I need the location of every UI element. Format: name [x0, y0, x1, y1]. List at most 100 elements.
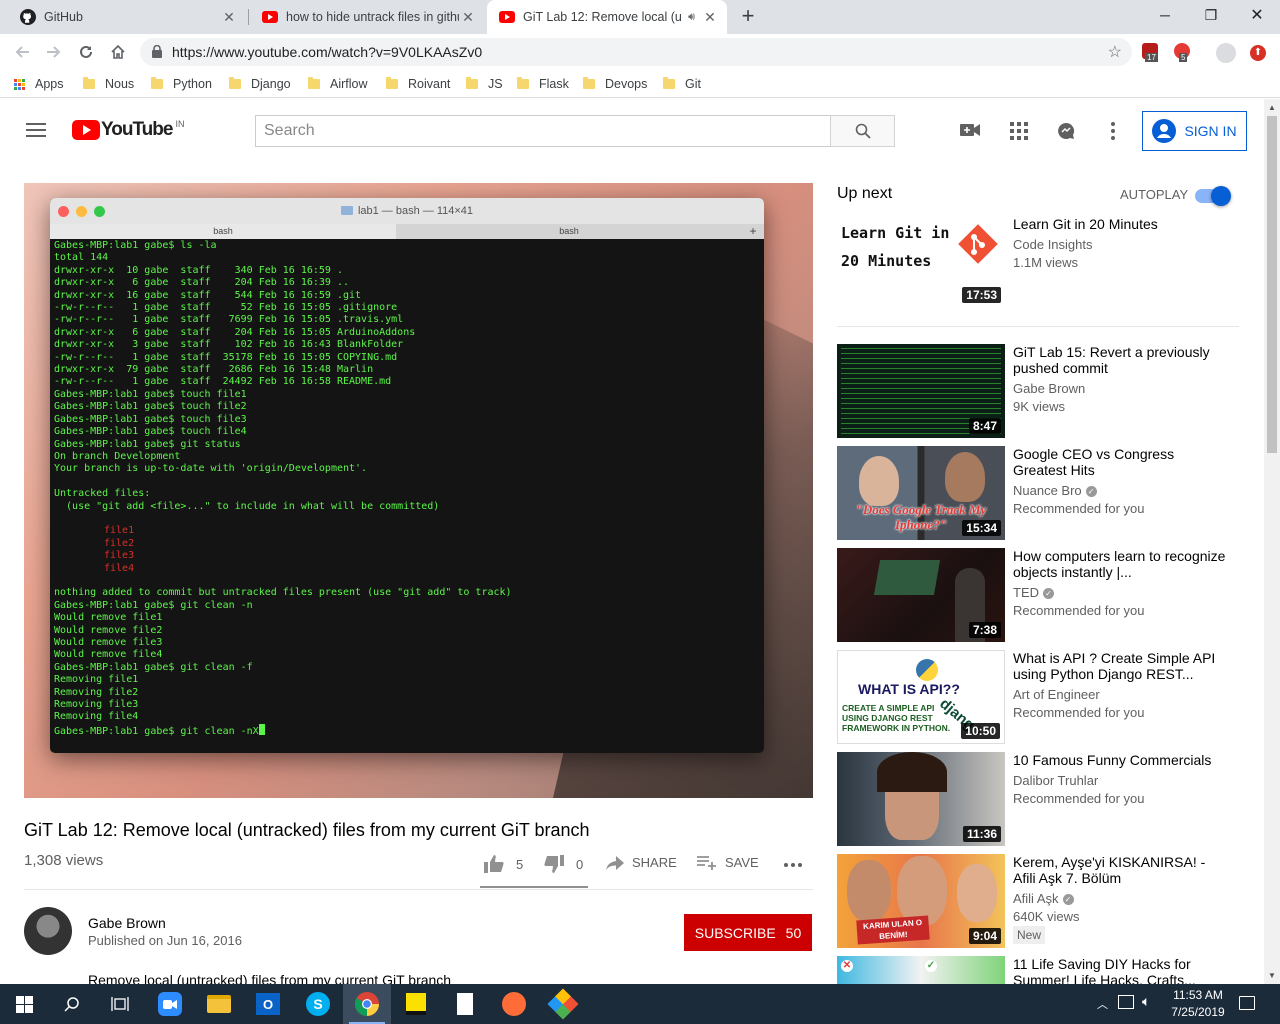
subscribe-button[interactable]: SUBSCRIBE 50 — [684, 914, 812, 951]
extension-icon[interactable]: 17 — [1142, 43, 1160, 62]
browser-tab-active-video[interactable]: GiT Lab 12: Remove local (untracked) 🔊︎ … — [487, 0, 727, 34]
create-video-icon[interactable] — [960, 123, 980, 140]
taskbar-search-button[interactable] — [48, 984, 96, 1024]
task-view-button[interactable] — [96, 984, 144, 1024]
save-to-playlist-button[interactable]: SAVE — [697, 855, 759, 870]
autoplay-toggle[interactable] — [1195, 186, 1231, 206]
bookmark-star-icon[interactable]: ☆ — [1108, 42, 1122, 62]
bookmark-folder-devops[interactable]: Devops — [583, 75, 647, 93]
audio-playing-icon[interactable]: 🔊︎ — [688, 11, 695, 24]
new-tab-button[interactable]: + — [736, 5, 760, 29]
channel-name[interactable]: Gabe Brown — [88, 915, 166, 931]
bookmark-folder-python[interactable]: Python — [151, 75, 212, 93]
apps-grid-icon[interactable] — [1010, 122, 1028, 143]
chrome-app-button[interactable] — [343, 984, 391, 1024]
bookmark-folder-flask[interactable]: Flask — [517, 75, 569, 93]
video-thumbnail[interactable]: ✕ ✓ — [837, 956, 1005, 984]
recommended-title[interactable]: 11 Life Saving DIY Hacks for Summer! Lif… — [1013, 956, 1228, 984]
home-button[interactable] — [104, 38, 132, 66]
minimize-button[interactable]: ─ — [1142, 0, 1188, 30]
recommended-video[interactable]: 11:36 10 Famous Funny Commercials Dalibo… — [837, 752, 1247, 846]
maximize-button[interactable]: ❐ — [1188, 0, 1234, 30]
recommended-title[interactable]: Google CEO vs Congress Greatest Hits — [1013, 446, 1228, 478]
file-explorer-button[interactable] — [195, 984, 243, 1024]
network-icon[interactable] — [1118, 995, 1134, 1009]
like-button[interactable]: 5 — [484, 855, 523, 873]
profile-avatar-icon[interactable] — [1216, 43, 1236, 63]
video-thumbnail[interactable]: 8:47 — [837, 344, 1005, 438]
video-thumbnail[interactable]: 11:36 — [837, 752, 1005, 846]
reload-button[interactable] — [72, 38, 100, 66]
forward-button[interactable] — [40, 38, 68, 66]
notepad-button[interactable] — [441, 984, 489, 1024]
recommended-video[interactable]: Learn Git in 20 Minutes 17:53 Learn Git … — [837, 213, 1247, 307]
scroll-up-arrow-icon[interactable]: ▲ — [1268, 103, 1276, 112]
action-center-notification-icon[interactable] — [1239, 996, 1255, 1010]
video-player[interactable]: lab1 — bash — 114×41 bash bash + Gabes-M… — [24, 183, 813, 798]
more-actions-icon[interactable] — [784, 863, 802, 867]
video-thumbnail[interactable]: Learn Git in 20 Minutes 17:53 — [837, 213, 1005, 307]
bookmark-label: Flask — [539, 77, 569, 91]
search-button[interactable] — [830, 115, 895, 147]
recommended-title[interactable]: Kerem, Ayşe'yi KISKANIRSA! - Afili Aşk 7… — [1013, 854, 1228, 886]
back-button[interactable] — [8, 38, 36, 66]
bookmark-folder-js[interactable]: JS — [466, 75, 503, 93]
video-thumbnail[interactable]: KARIM ULAN O BENİM! 9:04 — [837, 854, 1005, 948]
recommended-video[interactable]: KARIM ULAN O BENİM! 9:04 Kerem, Ayşe'yi … — [837, 854, 1247, 948]
bookmark-label: JS — [488, 77, 503, 91]
update-alert-icon[interactable]: ⬆ — [1250, 45, 1266, 61]
outlook-app-button[interactable]: O — [244, 984, 292, 1024]
video-thumbnail[interactable]: "Does Google Track My Iphone?" 15:34 — [837, 446, 1005, 540]
bookmark-folder-nous[interactable]: Nous — [83, 75, 134, 93]
video-thumbnail[interactable]: 7:38 — [837, 548, 1005, 642]
terminal-line: Would remove file3 — [54, 636, 163, 648]
search-input[interactable]: Search — [255, 115, 831, 147]
sticky-notes-button[interactable] — [392, 984, 440, 1024]
recommended-video[interactable]: 7:38 How computers learn to recognize ob… — [837, 548, 1247, 642]
page-scrollbar[interactable]: ▲ ▼ — [1264, 99, 1280, 984]
show-hidden-icons-chevron-icon[interactable]: ︿ — [1097, 996, 1108, 1012]
hamburger-menu-icon[interactable] — [26, 123, 46, 137]
bookmark-folder-roivant[interactable]: Roivant — [386, 75, 450, 93]
bookmark-folder-django[interactable]: Django — [229, 75, 291, 93]
scrollbar-thumb[interactable] — [1267, 116, 1277, 453]
recommended-video[interactable]: "Does Google Track My Iphone?" 15:34 Goo… — [837, 446, 1247, 540]
recommended-video[interactable]: WHAT IS API?? CREATE A SIMPLE API USING … — [837, 650, 1247, 744]
channel-avatar[interactable] — [24, 907, 72, 955]
scroll-down-arrow-icon[interactable]: ▼ — [1268, 971, 1276, 980]
recommended-title[interactable]: What is API ? Create Simple API using Py… — [1013, 650, 1228, 682]
settings-more-icon[interactable] — [1111, 122, 1115, 140]
video-thumbnail[interactable]: WHAT IS API?? CREATE A SIMPLE API USING … — [837, 650, 1005, 744]
adblock-extension-icon[interactable]: 5 — [1174, 43, 1192, 62]
close-tab-icon[interactable]: ✕ — [459, 9, 477, 26]
recommended-title[interactable]: GiT Lab 15: Revert a previously pushed c… — [1013, 344, 1228, 376]
terminal-window: lab1 — bash — 114×41 bash bash + Gabes-M… — [50, 198, 764, 753]
recommended-video[interactable]: 8:47 GiT Lab 15: Revert a previously pus… — [837, 344, 1247, 438]
volume-icon[interactable]: 🔈︎ — [1142, 993, 1150, 1010]
system-clock[interactable]: 11:53 AM 7/25/2019 — [1163, 987, 1233, 1021]
youtube-logo[interactable]: YouTube IN — [72, 119, 184, 141]
lock-icon[interactable] — [152, 44, 162, 61]
dislike-button[interactable]: 0 — [544, 855, 583, 873]
skype-app-button[interactable]: S — [294, 984, 342, 1024]
recommended-video[interactable]: ✕ ✓ 11 Life Saving DIY Hacks for Summer!… — [837, 956, 1247, 984]
zoom-app-button[interactable] — [146, 984, 194, 1024]
close-tab-icon[interactable]: ✕ — [220, 9, 238, 26]
sign-in-button[interactable]: SIGN IN — [1142, 111, 1247, 151]
close-tab-icon[interactable]: ✕ — [701, 9, 719, 26]
close-window-button[interactable]: ✕ — [1234, 0, 1280, 30]
postman-app-button[interactable] — [490, 984, 538, 1024]
bookmark-apps[interactable]: Apps — [14, 75, 64, 93]
address-bar[interactable]: https://www.youtube.com/watch?v=9V0LKAAs… — [140, 38, 1132, 66]
recommended-title[interactable]: How computers learn to recognize objects… — [1013, 548, 1228, 580]
browser-tab-youtube-search[interactable]: how to hide untrack files in github ✕ — [250, 0, 485, 34]
recommended-title[interactable]: Learn Git in 20 Minutes — [1013, 216, 1228, 232]
recommended-title[interactable]: 10 Famous Funny Commercials — [1013, 752, 1228, 768]
messages-icon[interactable] — [1057, 122, 1075, 143]
browser-tab-github[interactable]: GitHub ✕ — [8, 0, 246, 34]
share-button[interactable]: SHARE — [606, 855, 677, 870]
start-button[interactable] — [0, 984, 48, 1024]
bookmark-folder-airflow[interactable]: Airflow — [308, 75, 368, 93]
bookmark-folder-git[interactable]: Git — [663, 75, 701, 93]
gitkraken-app-button[interactable] — [539, 984, 587, 1024]
